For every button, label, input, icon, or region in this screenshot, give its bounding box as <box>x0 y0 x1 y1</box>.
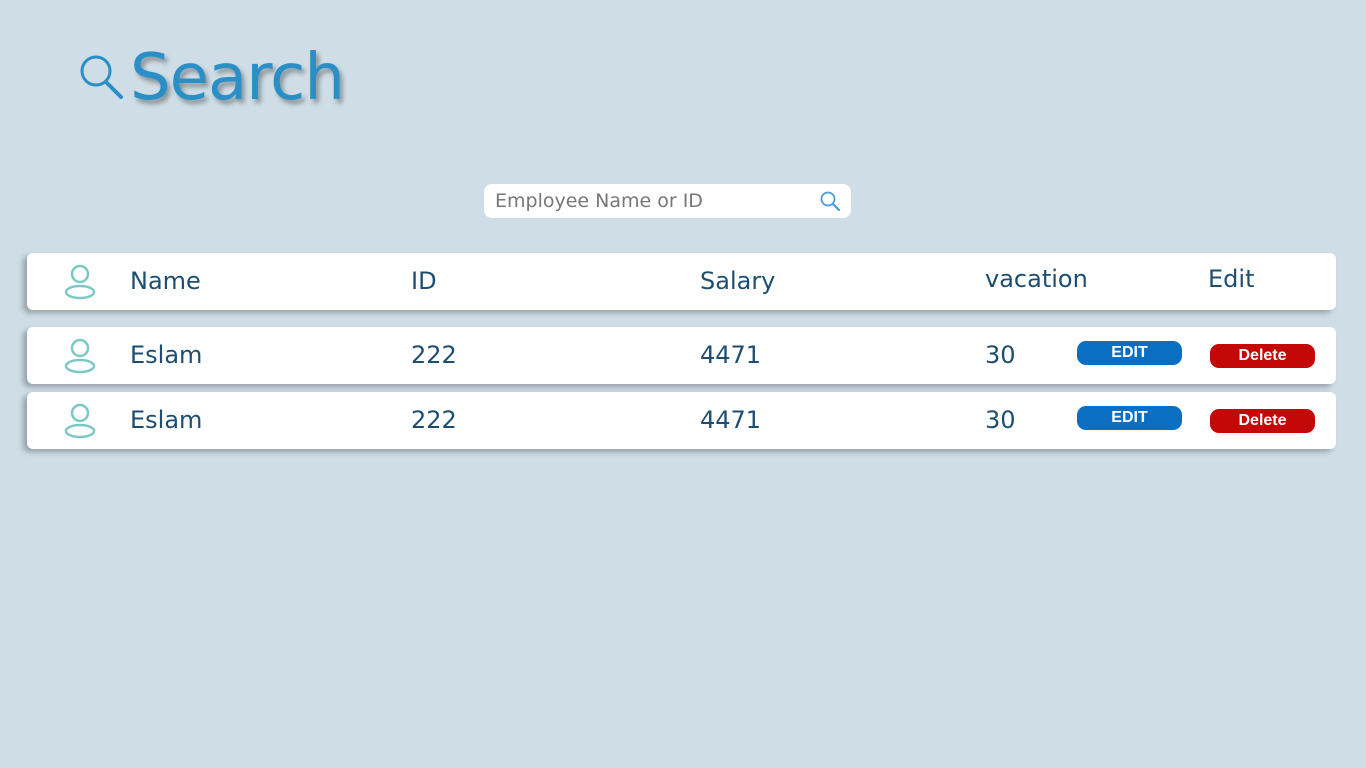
user-icon <box>64 264 96 300</box>
search-icon <box>80 55 123 99</box>
delete-button[interactable]: Delete <box>1210 409 1315 433</box>
search-field[interactable] <box>484 184 851 218</box>
search-input[interactable] <box>484 184 809 218</box>
column-header-name: Name <box>130 267 201 295</box>
column-header-id: ID <box>411 267 437 295</box>
table-header: Name ID Salary vacation Edit <box>27 253 1336 310</box>
table-row: Eslam 222 4471 30 EDIT Delete <box>27 327 1336 384</box>
employee-vacation: 30 <box>985 406 1016 434</box>
employee-id: 222 <box>411 406 457 434</box>
employee-salary: 4471 <box>700 341 762 369</box>
column-header-vacation: vacation <box>985 265 1088 293</box>
search-page: Search Name ID Salary vacation Edit Esla… <box>0 0 1366 768</box>
employee-id: 222 <box>411 341 457 369</box>
page-title: Search <box>130 41 345 115</box>
user-icon <box>64 403 96 439</box>
employee-name: Eslam <box>130 341 203 369</box>
delete-button[interactable]: Delete <box>1210 344 1315 368</box>
search-button-icon[interactable] <box>818 190 842 212</box>
employee-salary: 4471 <box>700 406 762 434</box>
edit-button[interactable]: EDIT <box>1077 406 1182 430</box>
column-header-edit: Edit <box>1208 265 1255 293</box>
employee-name: Eslam <box>130 406 203 434</box>
edit-button[interactable]: EDIT <box>1077 341 1182 365</box>
table-row: Eslam 222 4471 30 EDIT Delete <box>27 392 1336 449</box>
column-header-salary: Salary <box>700 267 776 295</box>
employee-vacation: 30 <box>985 341 1016 369</box>
user-icon <box>64 338 96 374</box>
